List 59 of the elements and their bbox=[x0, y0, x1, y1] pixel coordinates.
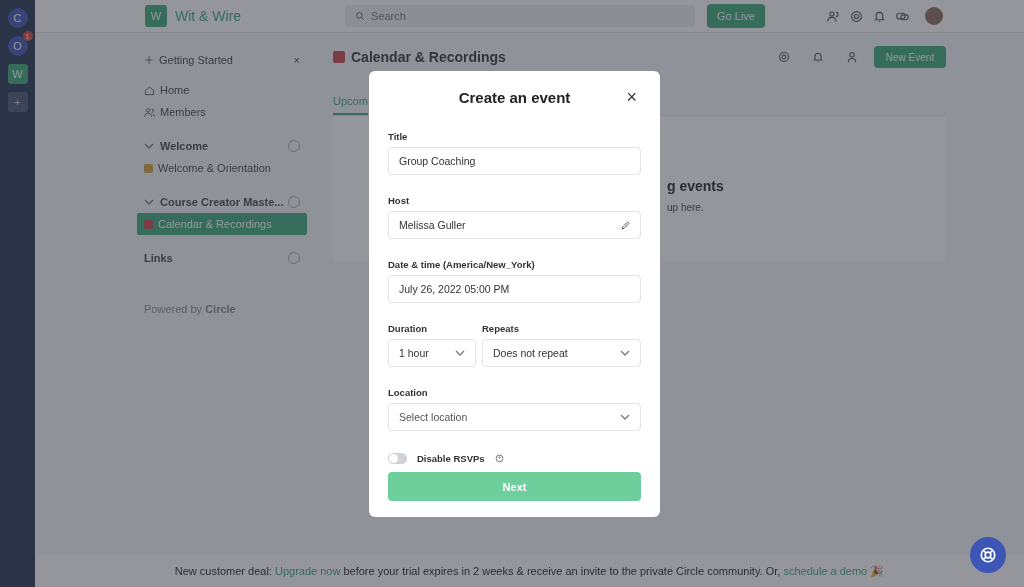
space-group-title[interactable]: Course Creator Maste... bbox=[160, 196, 284, 208]
caret-icon[interactable] bbox=[144, 199, 154, 205]
community-name[interactable]: Wit & Wire bbox=[175, 8, 325, 24]
next-button[interactable]: Next bbox=[388, 472, 641, 501]
calendar-icon bbox=[333, 51, 345, 63]
search-icon[interactable] bbox=[355, 11, 365, 21]
dropdown-field[interactable]: Does not repeat bbox=[482, 339, 641, 367]
toggle-label: Disable RSVPs bbox=[417, 453, 485, 464]
close-button[interactable]: × bbox=[626, 88, 637, 106]
go-live-button[interactable]: Go Live bbox=[707, 4, 765, 28]
title-field[interactable]: Group Coaching bbox=[388, 147, 641, 175]
community-avatar[interactable]: C bbox=[7, 8, 28, 28]
bell-icon[interactable] bbox=[873, 9, 886, 23]
space-group-title[interactable]: Welcome bbox=[160, 140, 209, 152]
pencil-icon[interactable] bbox=[620, 219, 631, 231]
toggle-switch[interactable] bbox=[388, 453, 407, 464]
lifebuoy-icon bbox=[979, 546, 997, 564]
promo-link[interactable]: Upgrade now bbox=[274, 564, 341, 577]
search-field[interactable]: Search bbox=[345, 5, 695, 27]
dropdown-field[interactable]: 1 hour bbox=[388, 339, 476, 367]
promo-link[interactable]: schedule a demo bbox=[783, 564, 868, 577]
members-icon[interactable] bbox=[144, 106, 155, 118]
chevron-down-icon bbox=[455, 350, 465, 356]
settings-icon[interactable] bbox=[850, 9, 863, 23]
community-logo[interactable]: W bbox=[145, 5, 167, 27]
location-dropdown[interactable]: Select location bbox=[388, 403, 641, 431]
empty-state-text: up here. bbox=[667, 202, 705, 213]
getting-started-link[interactable]: Getting Started bbox=[159, 54, 233, 66]
bell-icon[interactable] bbox=[812, 51, 824, 63]
person-icon[interactable] bbox=[846, 51, 858, 63]
field-label: Date & time (America/New_York) bbox=[388, 259, 536, 270]
dialog-title: Create an event bbox=[458, 88, 571, 106]
nav-item[interactable]: Home bbox=[160, 84, 190, 96]
space-item[interactable]: Welcome & Orientation bbox=[137, 157, 307, 179]
home-icon[interactable] bbox=[144, 84, 155, 96]
nav-item[interactable]: Members bbox=[160, 106, 206, 118]
settings-icon[interactable] bbox=[778, 51, 790, 63]
field-label: Title bbox=[388, 131, 409, 142]
page-title: Calendar & Recordings bbox=[351, 49, 507, 65]
promo-text: New customer deal: Upgrade now before your trial expires in 2 weeks & receive an invite to the private Circle community. Or, schedule a demo 🎉 bbox=[174, 564, 885, 578]
chevron-down-icon bbox=[620, 350, 630, 356]
host-field[interactable]: Melissa Guller bbox=[388, 211, 641, 239]
date-time-field[interactable]: July 26, 2022 05:00 PM bbox=[388, 275, 641, 303]
profile-avatar[interactable] bbox=[925, 7, 943, 25]
close-button[interactable]: × bbox=[293, 54, 300, 66]
empty-state-title: g events bbox=[667, 178, 725, 194]
field-label: Host bbox=[388, 195, 411, 206]
field-label: Repeats bbox=[482, 323, 520, 334]
space-item[interactable]: Calendar & Recordings bbox=[137, 213, 307, 235]
members-icon[interactable] bbox=[827, 9, 840, 23]
caret-icon[interactable] bbox=[144, 143, 154, 149]
new-event-button[interactable]: New Event bbox=[874, 46, 946, 68]
add-community-button[interactable]: + bbox=[7, 92, 28, 112]
chevron-down-icon bbox=[620, 414, 630, 420]
field-label: Location bbox=[388, 387, 429, 398]
help-button[interactable] bbox=[970, 537, 1006, 573]
field-label: Duration bbox=[388, 323, 429, 334]
community-tile[interactable]: W bbox=[7, 64, 28, 84]
links-heading: Links bbox=[144, 252, 173, 264]
